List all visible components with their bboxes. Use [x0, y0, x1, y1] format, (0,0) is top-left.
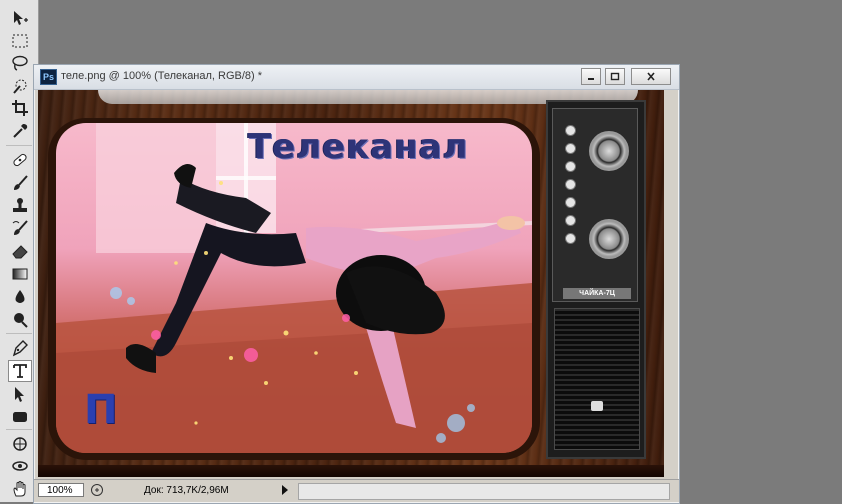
lasso-tool[interactable]: [9, 53, 31, 73]
hand-tool[interactable]: [9, 479, 31, 499]
move-icon: [14, 11, 28, 25]
lasso-icon: [12, 55, 28, 71]
tv-controls-area: ЧАЙКА-7Ц: [552, 108, 638, 302]
bandage-icon: [13, 153, 27, 167]
drop-icon: [15, 290, 25, 303]
document-titlebar[interactable]: Ps теле.png @ 100% (Телеканал, RGB/8) *: [34, 65, 679, 90]
toolbox-separator: [6, 145, 32, 146]
path-selection-tool[interactable]: [9, 384, 31, 404]
clone-stamp-tool[interactable]: [9, 196, 31, 216]
status-bar: 100% Док: 713,7K/2,96M: [34, 479, 679, 502]
image-canvas[interactable]: Телеканал П ЧАЙКА-7Ц: [38, 90, 664, 477]
crop-icon: [12, 100, 28, 116]
shape-tool[interactable]: [9, 407, 31, 427]
tv-channel-button: [565, 161, 576, 172]
zoom-field[interactable]: 100%: [38, 483, 84, 497]
tv-channel-button: [565, 143, 576, 154]
blur-tool[interactable]: [9, 287, 31, 307]
tv-channel-button: [565, 215, 576, 226]
crop-tool[interactable]: [9, 98, 31, 118]
status-info-icon[interactable]: [90, 483, 104, 497]
tv-channel-button: [565, 179, 576, 190]
status-menu-arrow-icon[interactable]: [280, 484, 290, 496]
photoshop-icon: Ps: [40, 69, 57, 85]
horizontal-scrollbar[interactable]: [298, 483, 670, 500]
history-brush-icon: [12, 220, 28, 235]
rounded-rect-icon: [13, 412, 27, 422]
close-button[interactable]: [631, 68, 671, 85]
3d-rotate-icon: [13, 437, 27, 451]
dodge-icon: [14, 313, 28, 328]
channel-logo-text: П: [84, 387, 118, 433]
brush-icon: [14, 175, 28, 190]
hand-icon: [13, 481, 26, 497]
pen-icon: [12, 340, 28, 357]
3d-rotate-tool[interactable]: [9, 434, 31, 454]
minimize-icon: [588, 78, 594, 80]
document-size-info: Док: 713,7K/2,96M: [144, 485, 229, 496]
type-icon: [13, 364, 27, 378]
arrow-icon: [15, 387, 24, 402]
quick-selection-tool[interactable]: [9, 76, 31, 96]
gradient-tool[interactable]: [9, 264, 31, 284]
type-tool[interactable]: [8, 360, 32, 382]
pen-tool[interactable]: [9, 338, 31, 358]
marquee-tool[interactable]: [9, 31, 31, 51]
document-window: Ps теле.png @ 100% (Телеканал, RGB/8) *: [33, 64, 680, 504]
dodge-tool[interactable]: [9, 310, 31, 330]
healing-brush-tool[interactable]: [9, 150, 31, 170]
restore-icon: [610, 72, 620, 81]
dance-scene-image: [56, 123, 532, 453]
tv-screen: Телеканал П: [56, 123, 532, 453]
tv-channel-button: [565, 197, 576, 208]
3d-orbit-tool[interactable]: [9, 456, 31, 476]
tv-channel-button: [565, 125, 576, 136]
tv-knob: [589, 219, 629, 259]
tv-channel-button: [565, 233, 576, 244]
3d-orbit-icon: [12, 461, 28, 471]
eyedropper-icon: [13, 124, 28, 138]
quick-select-icon: [13, 79, 27, 94]
tv-knob: [589, 131, 629, 171]
eraser-icon: [12, 245, 28, 259]
rect-marquee-icon: [12, 34, 28, 48]
brush-tool[interactable]: [9, 173, 31, 193]
document-title: теле.png @ 100% (Телеканал, RGB/8) *: [61, 70, 263, 82]
maximize-button[interactable]: [605, 68, 625, 85]
stamp-icon: [13, 198, 27, 212]
tv-speaker-grille: [554, 308, 640, 450]
channel-title-text: Телеканал: [248, 127, 469, 167]
tv-brand-label: ЧАЙКА-7Ц: [563, 288, 631, 299]
toolbox-separator: [6, 333, 32, 334]
eyedropper-tool[interactable]: [9, 121, 31, 141]
close-icon: [647, 72, 655, 81]
eraser-tool[interactable]: [9, 241, 31, 261]
gradient-icon: [12, 268, 28, 280]
tv-badge: [591, 401, 603, 411]
toolbox-separator: [6, 429, 32, 430]
tv-control-panel: ЧАЙКА-7Ц: [546, 100, 646, 459]
history-brush-tool[interactable]: [9, 218, 31, 238]
minimize-button[interactable]: [581, 68, 601, 85]
move-tool[interactable]: [9, 8, 31, 28]
tv-bottom-edge: [38, 465, 664, 477]
